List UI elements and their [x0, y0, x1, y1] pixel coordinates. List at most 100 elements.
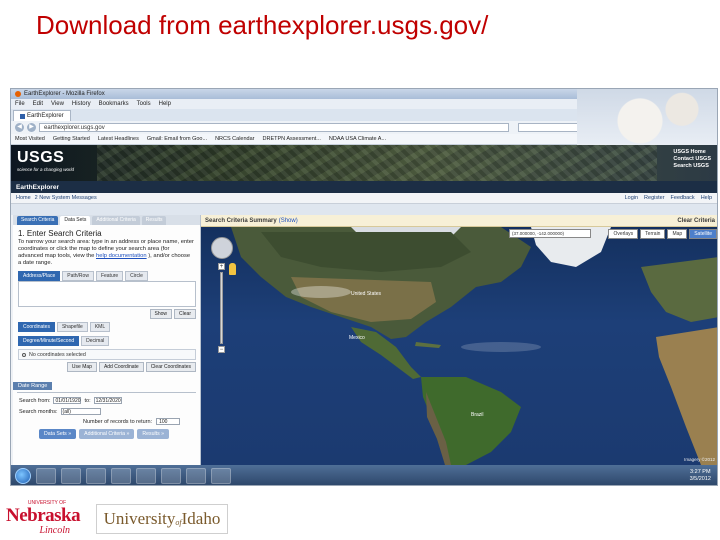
map-button[interactable]: Map [667, 229, 688, 239]
tab-data-sets[interactable]: Data Sets [60, 216, 91, 225]
start-button-icon[interactable] [15, 468, 31, 484]
menu-bookmarks[interactable]: Bookmarks [99, 101, 129, 107]
coordinate-buttons: Use Map Add Coordinate Clear Coordinates [13, 360, 200, 374]
register-link[interactable]: Register [644, 195, 664, 201]
nebraska-wordmark: Nebraska [6, 505, 81, 526]
bookmark-item[interactable]: Getting Started [53, 136, 90, 142]
clear-button[interactable]: Clear [174, 309, 196, 319]
bookmark-item[interactable]: Most Visited [15, 136, 45, 142]
tab-path-row[interactable]: Path/Row [62, 271, 94, 281]
login-link[interactable]: Login [625, 195, 638, 201]
clock-time: 3:27 PM [690, 469, 711, 475]
tab-kml[interactable]: KML [89, 322, 111, 332]
forward-icon[interactable]: ▶ [27, 123, 36, 132]
search-heading: 1. Enter Search Criteria [18, 229, 102, 238]
contact-usgs-link[interactable]: Contact USGS [673, 156, 711, 163]
coordinate-list: No coordinates selected [18, 349, 196, 360]
map-label-united-states: United States [351, 291, 382, 297]
satellite-button[interactable]: Satellite [689, 229, 717, 239]
feedback-link[interactable]: Feedback [671, 195, 695, 201]
browser-search-box[interactable] [518, 123, 578, 132]
satellite-map[interactable]: United States Mexico Brazil (37.000000, … [201, 227, 717, 465]
usgs-home-link[interactable]: USGS Home [673, 149, 711, 156]
clear-criteria-link[interactable]: Clear Criteria [677, 218, 715, 224]
date-to-input[interactable]: 12/31/2020 [93, 397, 122, 404]
street-view-pegman-icon[interactable] [229, 263, 236, 275]
bookmark-item[interactable]: Gmail: Email from Goo... [147, 136, 207, 142]
summary-show-link[interactable]: (Show) [279, 218, 298, 224]
bookmark-item[interactable]: Latest Headlines [98, 136, 139, 142]
tab-additional-criteria[interactable]: Additional Criteria [92, 216, 140, 225]
data-sets-button[interactable]: Data Sets » [39, 429, 77, 439]
bookmark-item[interactable]: NDAA USA Climate A... [329, 136, 386, 142]
bookmark-item[interactable]: DRETPN Assessment... [263, 136, 321, 142]
format-tabs: Degree/Minute/Second Decimal [13, 332, 200, 346]
menu-edit[interactable]: Edit [33, 101, 43, 107]
coordinate-readout: (37.000000, -142.000000) [509, 229, 591, 238]
taskbar-app-icon[interactable] [136, 468, 156, 484]
usgs-logo[interactable]: USGS science for a changing world [17, 149, 91, 175]
clear-coordinates-button[interactable]: Clear Coordinates [145, 362, 196, 372]
tab-address-place[interactable]: Address/Place [18, 271, 61, 281]
taskbar-app-icon[interactable] [86, 468, 106, 484]
show-button[interactable]: Show [149, 309, 173, 319]
menu-file[interactable]: File [15, 101, 25, 107]
map-panel: Search Criteria Summary (Show) Clear Cri… [201, 215, 717, 465]
add-coordinate-button[interactable]: Add Coordinate [98, 362, 144, 372]
menu-tools[interactable]: Tools [137, 101, 151, 107]
bookmark-item[interactable]: NRCS Calendar [215, 136, 254, 142]
menu-help[interactable]: Help [159, 101, 171, 107]
taskbar-app-icon[interactable] [111, 468, 131, 484]
system-messages-link[interactable]: 2 New System Messages [35, 195, 97, 201]
use-map-button[interactable]: Use Map [66, 362, 97, 372]
tab-shapefile[interactable]: Shapefile [56, 322, 88, 332]
tab-earthexplorer[interactable]: EarthExplorer [13, 110, 71, 121]
date-from-input[interactable]: 01/01/1920 [53, 397, 82, 404]
search-usgs-link[interactable]: Search USGS [673, 163, 711, 170]
menu-view[interactable]: View [51, 101, 64, 107]
slide: Download from earthexplorer.usgs.gov/ Ea… [0, 0, 720, 540]
usgs-banner: USGS science for a changing world USGS H… [11, 145, 717, 181]
taskbar-app-icon[interactable] [186, 468, 206, 484]
nebraska-logo: UNIVERSITY OF Nebraska Lincoln [6, 500, 88, 538]
back-icon[interactable]: ◀ [15, 123, 24, 132]
tab-decimal[interactable]: Decimal [81, 336, 110, 346]
overlays-button[interactable]: Overlays [608, 229, 639, 239]
taskbar-app-icon[interactable] [211, 468, 231, 484]
zoom-out-icon[interactable]: − [218, 346, 225, 353]
records-select[interactable]: 100 [156, 418, 181, 425]
menu-history[interactable]: History [72, 101, 91, 107]
tab-search-criteria[interactable]: Search Criteria [17, 216, 59, 225]
taskbar-clock[interactable]: 3:27 PM 3/5/2012 [690, 469, 711, 483]
radio-icon[interactable] [22, 352, 26, 357]
additional-criteria-button[interactable]: Additional Criteria » [79, 429, 135, 439]
no-coordinates-text: No coordinates selected [29, 351, 86, 358]
results-button[interactable]: Results » [137, 429, 170, 439]
search-months-select[interactable]: (all) [60, 408, 101, 415]
tab-circle[interactable]: Circle [125, 271, 148, 281]
address-bar[interactable]: earthexplorer.usgs.gov [39, 123, 509, 132]
tab-coordinates[interactable]: Coordinates [18, 322, 55, 332]
tab-degree-minute-second[interactable]: Degree/Minute/Second [18, 336, 80, 346]
windows-taskbar: 3:27 PM 3/5/2012 [11, 465, 717, 485]
zoom-slider[interactable] [220, 272, 223, 344]
taskbar-app-icon[interactable] [61, 468, 81, 484]
pan-control-icon[interactable] [211, 237, 233, 259]
europe [641, 257, 717, 322]
site-nav: Home 2 New System Messages Login Registe… [11, 193, 717, 204]
tab-feature[interactable]: Feature [95, 271, 124, 281]
firefox-icon [15, 91, 21, 97]
terrain-button[interactable]: Terrain [640, 229, 666, 239]
usgs-links: USGS Home Contact USGS Search USGS [673, 149, 711, 170]
address-input[interactable] [18, 281, 196, 307]
earthexplorer-bar: EarthExplorer [11, 181, 717, 193]
tab-results[interactable]: Results [141, 216, 167, 225]
taskbar-app-icon[interactable] [161, 468, 181, 484]
help-documentation-link[interactable]: help documentation [96, 253, 147, 259]
date-range-header[interactable]: Date Range [13, 382, 53, 390]
home-link[interactable]: Home [16, 195, 31, 201]
address-buttons: Show Clear [13, 307, 200, 321]
taskbar-app-icon[interactable] [36, 468, 56, 484]
zoom-in-icon[interactable]: + [218, 263, 225, 270]
help-link[interactable]: Help [701, 195, 712, 201]
